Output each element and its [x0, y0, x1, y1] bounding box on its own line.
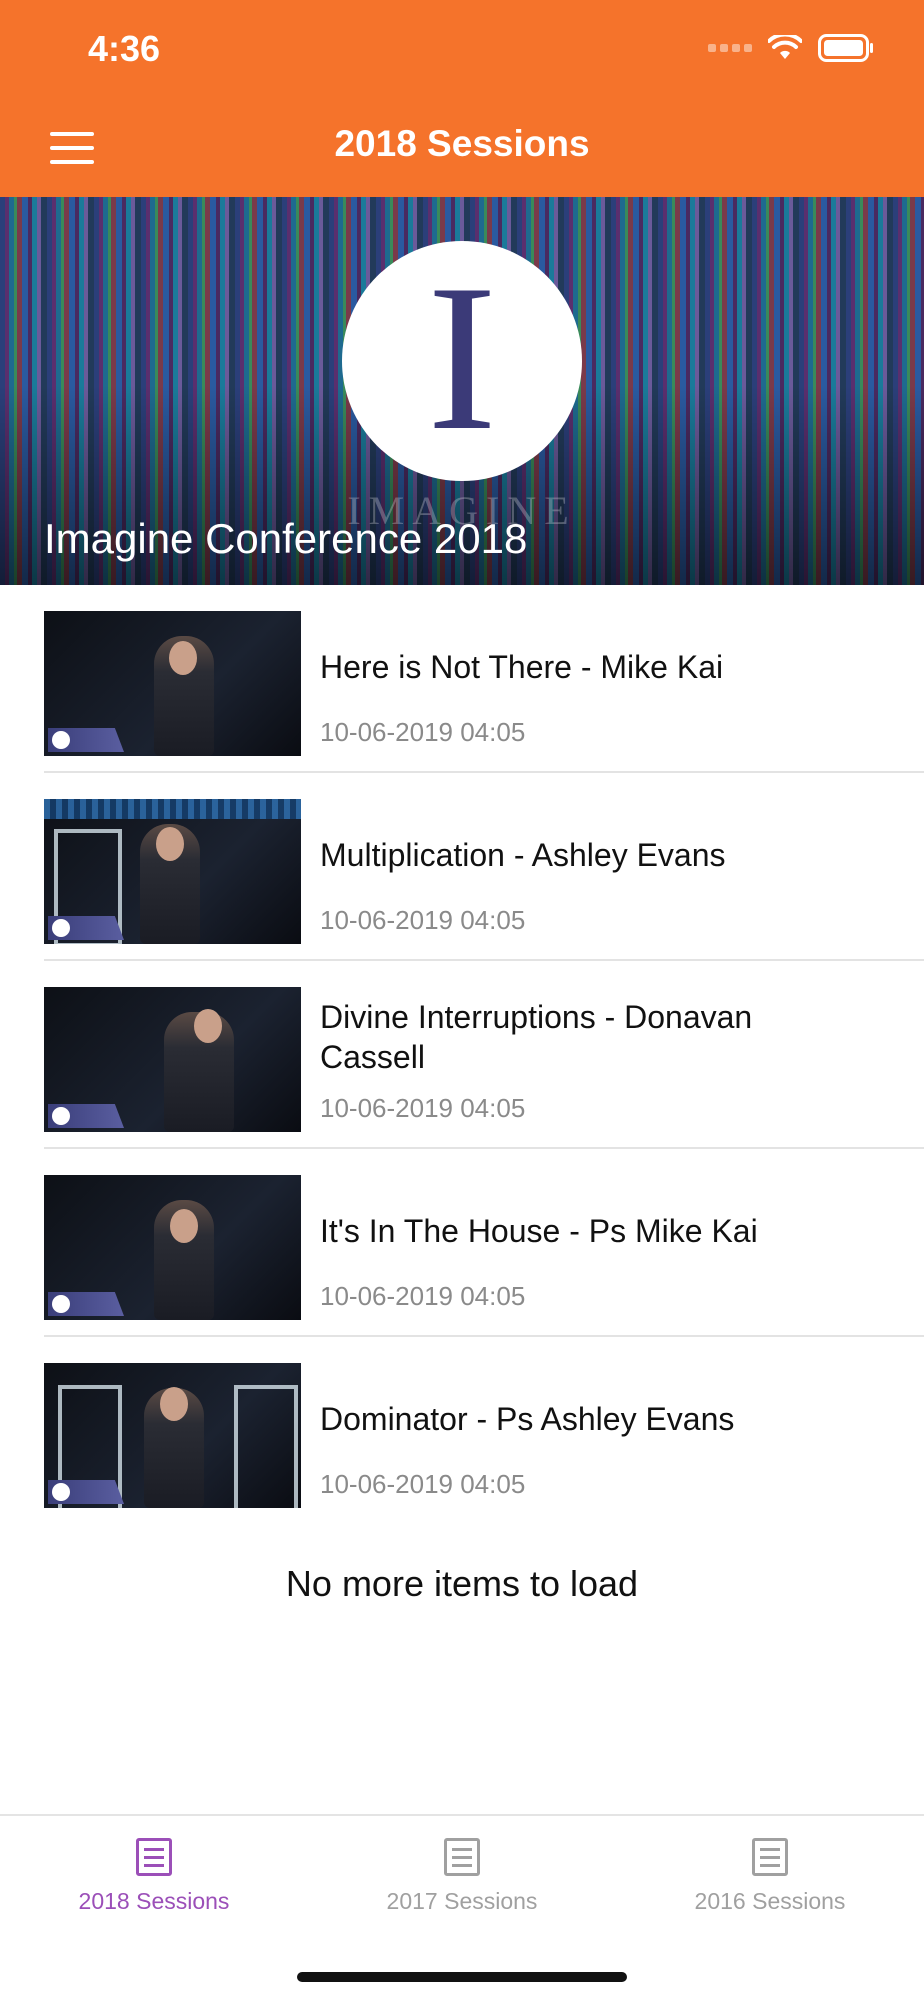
hero-banner[interactable]: I IMAGINE Imagine Conference 2018	[0, 197, 924, 585]
battery-icon	[818, 34, 873, 62]
tab-2018-sessions[interactable]: 2018 Sessions	[0, 1838, 308, 1915]
page-title: 2018 Sessions	[334, 123, 590, 164]
list-icon	[136, 1838, 172, 1876]
top-bar: 4:36 2018 Sessions	[0, 0, 924, 197]
session-row[interactable]: Divine Interruptions - Donavan Cassell 1…	[0, 961, 924, 1149]
session-date: 10-06-2019 04:05	[320, 1093, 526, 1123]
session-row[interactable]: It's In The House - Ps Mike Kai 10-06-20…	[0, 1149, 924, 1337]
session-row[interactable]: Dominator - Ps Ashley Evans 10-06-2019 0…	[0, 1337, 924, 1525]
list-icon	[752, 1838, 788, 1876]
sessions-list: Here is Not There - Mike Kai 10-06-2019 …	[0, 585, 924, 1525]
tab-label: 2017 Sessions	[386, 1888, 538, 1914]
session-thumbnail	[44, 1175, 301, 1320]
session-title: Here is Not There - Mike Kai	[320, 649, 724, 685]
wifi-icon	[768, 35, 802, 59]
tab-2016-sessions[interactable]: 2016 Sessions	[616, 1838, 924, 1915]
list-icon	[444, 1838, 480, 1876]
no-more-items-label: No more items to load	[285, 1563, 639, 1604]
cellular-signal-icon	[708, 44, 752, 52]
session-title: Dominator - Ps Ashley Evans	[320, 1401, 735, 1437]
app-screen: 4:36 2018 Sessions I IMAGINE Imagine Con…	[0, 0, 924, 2000]
logo-letter: I	[427, 242, 497, 474]
hero-title: Imagine Conference 2018	[44, 515, 528, 562]
session-row[interactable]: Here is Not There - Mike Kai 10-06-2019 …	[0, 585, 924, 773]
session-thumbnail	[44, 987, 301, 1132]
tab-label: 2016 Sessions	[694, 1888, 846, 1914]
imagine-logo: I	[342, 241, 582, 481]
session-thumbnail	[44, 611, 301, 756]
session-title: Multiplication - Ashley Evans	[320, 837, 726, 873]
status-time: 4:36	[88, 28, 161, 69]
session-thumbnail	[44, 799, 301, 944]
home-indicator	[297, 1972, 627, 1982]
session-date: 10-06-2019 04:05	[320, 905, 526, 935]
status-icons	[708, 34, 874, 62]
session-row[interactable]: Multiplication - Ashley Evans 10-06-2019…	[0, 773, 924, 961]
session-date: 10-06-2019 04:05	[320, 1469, 526, 1499]
session-title: Divine Interruptions - Donavan Cassell	[320, 999, 753, 1075]
session-date: 10-06-2019 04:05	[320, 717, 526, 747]
session-title: It's In The House - Ps Mike Kai	[320, 1213, 758, 1249]
tab-label: 2018 Sessions	[78, 1888, 230, 1914]
session-date: 10-06-2019 04:05	[320, 1281, 526, 1311]
tab-2017-sessions[interactable]: 2017 Sessions	[308, 1838, 616, 1915]
session-thumbnail	[44, 1363, 301, 1508]
